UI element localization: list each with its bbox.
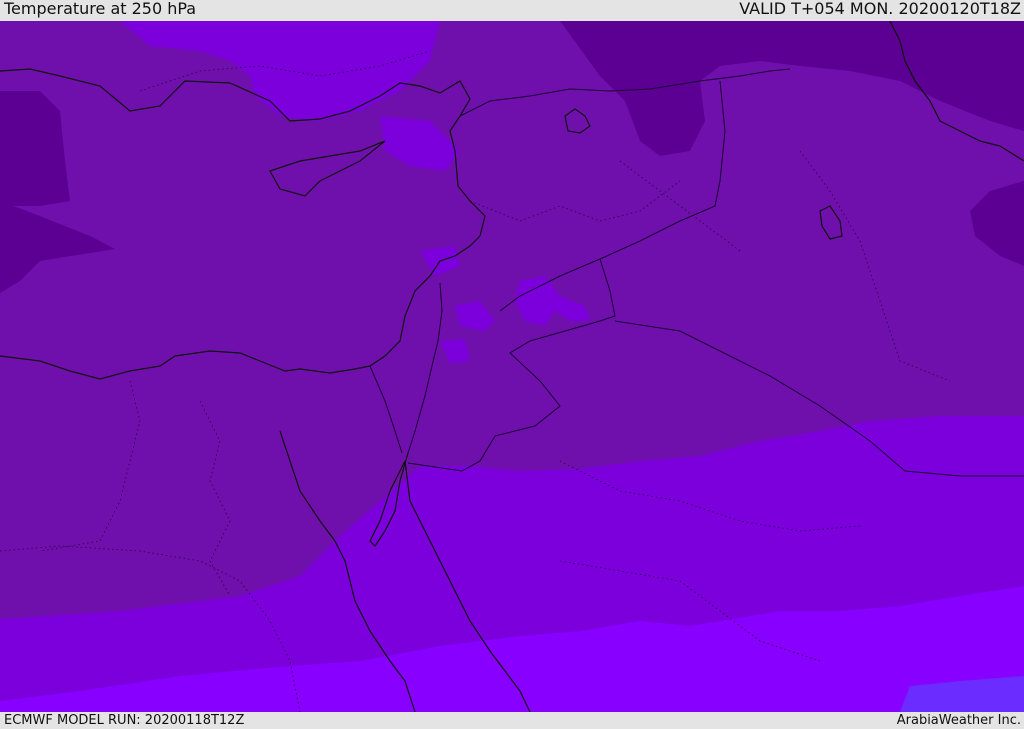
header-bar: Temperature at 250 hPa VALID T+054 MON. … xyxy=(0,0,1024,21)
map-canvas xyxy=(0,21,1024,712)
valid-time-label: VALID T+054 MON. 20200120T18Z xyxy=(739,0,1021,18)
footer-bar: ECMWF MODEL RUN: 20200118T12Z ArabiaWeat… xyxy=(0,712,1024,729)
temperature-map[interactable] xyxy=(0,21,1024,712)
credit-label: ArabiaWeather Inc. xyxy=(896,713,1021,728)
map-title: Temperature at 250 hPa xyxy=(4,0,197,18)
model-run-label: ECMWF MODEL RUN: 20200118T12Z xyxy=(4,713,245,728)
